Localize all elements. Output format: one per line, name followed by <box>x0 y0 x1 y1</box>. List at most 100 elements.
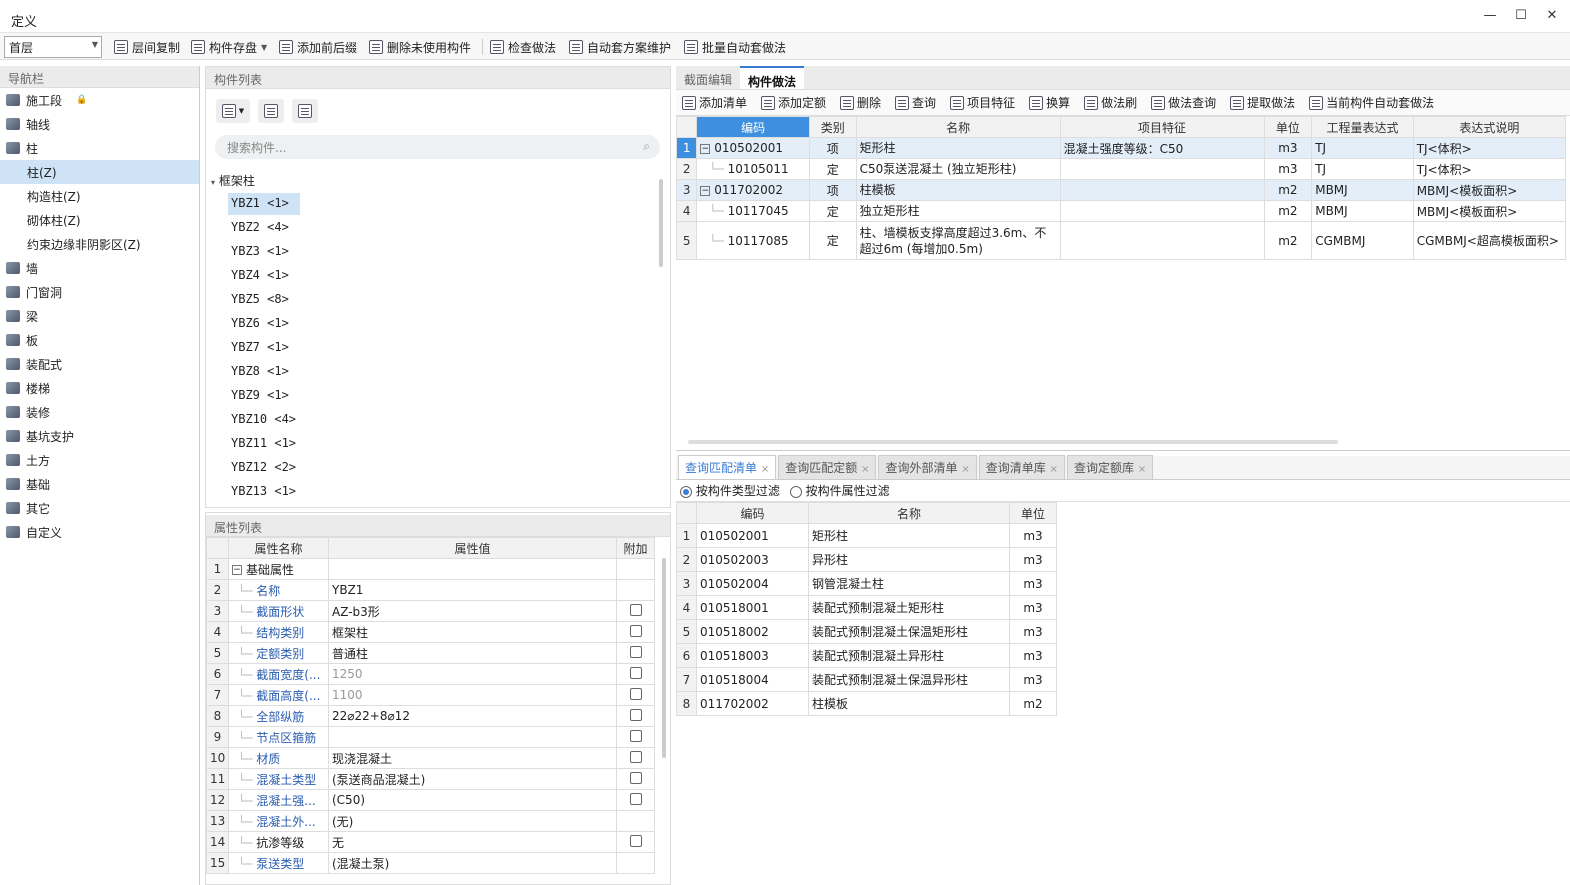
property-value[interactable]: 框架柱 <box>328 621 617 643</box>
property-value[interactable]: (C50) <box>328 789 617 811</box>
property-extra[interactable] <box>616 747 655 769</box>
duplicate-component-button[interactable] <box>258 99 284 123</box>
nav-item[interactable]: 土方 <box>0 448 199 472</box>
method-row[interactable]: 4 └─ 10117045 定 独立矩形柱 m2 MBMJ MBMJ<模板面积> <box>675 200 1567 222</box>
query-row[interactable]: 7 010518004 装配式预制混凝土保温异形柱 m3 <box>676 667 1057 692</box>
nav-item[interactable]: 基坑支护 <box>0 424 199 448</box>
nav-item[interactable]: 板 <box>0 328 199 352</box>
checkbox[interactable] <box>629 666 642 679</box>
method-row[interactable]: 3 −011702002 项 柱模板 m2 MBMJ MBMJ<模板面积> <box>675 179 1567 201</box>
method-tool-button[interactable]: 换算 <box>1029 94 1070 111</box>
name-cell[interactable]: 异形柱 <box>808 547 1010 572</box>
close-icon[interactable]: × <box>961 464 969 475</box>
property-row[interactable]: 5 └─ 定额类别 普通柱 <box>206 642 655 664</box>
checkbox[interactable] <box>629 771 642 784</box>
unit-cell[interactable]: m2 <box>1009 691 1057 716</box>
header-expression[interactable]: 工程量表达式 <box>1311 116 1414 138</box>
property-extra[interactable] <box>616 726 655 748</box>
header-unit[interactable]: 单位 <box>1263 116 1313 138</box>
checkbox[interactable] <box>629 834 642 847</box>
nav-item[interactable]: 梁 <box>0 304 199 328</box>
nav-item[interactable]: 基础 <box>0 472 199 496</box>
property-value[interactable]: (混凝土泵) <box>328 852 617 874</box>
expression-cell[interactable]: MBMJ <box>1311 200 1414 222</box>
close-icon[interactable]: × <box>761 464 769 475</box>
property-extra[interactable] <box>616 558 655 580</box>
delete-unused-button[interactable]: 删除未使用构件 <box>369 36 471 58</box>
nav-item[interactable]: 施工段 🔒 <box>0 88 199 112</box>
method-tool-button[interactable]: 添加定额 <box>761 94 826 111</box>
header-feature[interactable]: 项目特征 <box>1059 116 1265 138</box>
unit-cell[interactable]: m3 <box>1009 523 1057 548</box>
name-cell[interactable]: 装配式预制混凝土矩形柱 <box>808 595 1010 620</box>
property-row[interactable]: 14 └─ 抗渗等级 无 <box>206 831 655 853</box>
minimize-button[interactable]: — <box>1475 6 1505 26</box>
code-cell[interactable]: 010518003 <box>696 643 809 668</box>
feature-cell[interactable] <box>1059 158 1265 180</box>
group-framework-column[interactable]: ▾ 框架柱 <box>211 172 255 189</box>
property-extra[interactable] <box>616 600 655 622</box>
unit-cell[interactable]: m3 <box>1009 643 1057 668</box>
property-value[interactable]: (泵送商品混凝土) <box>328 768 617 790</box>
name-cell[interactable]: 装配式预制混凝土保温异形柱 <box>808 667 1010 692</box>
name-cell[interactable]: 独立矩形柱 <box>855 200 1061 222</box>
expression-cell[interactable]: TJ <box>1311 137 1414 159</box>
description-cell[interactable]: TJ<体积> <box>1412 137 1567 159</box>
nav-item[interactable]: 门窗洞 <box>0 280 199 304</box>
property-row[interactable]: 7 └─ 截面高度(... 1100 <box>206 684 655 706</box>
property-extra[interactable] <box>616 810 655 832</box>
query-row[interactable]: 2 010502003 异形柱 m3 <box>676 547 1057 572</box>
close-button[interactable]: ✕ <box>1537 6 1567 26</box>
nav-item[interactable]: 柱(Z) <box>0 160 199 184</box>
property-value[interactable]: 无 <box>328 831 617 853</box>
close-icon[interactable]: × <box>1138 464 1146 475</box>
name-cell[interactable]: C50泵送混凝土 (独立矩形柱) <box>855 158 1061 180</box>
checkbox[interactable] <box>629 792 642 805</box>
type-cell[interactable]: 定 <box>808 158 857 180</box>
checkbox[interactable] <box>629 645 642 658</box>
property-value[interactable]: 22⌀22+8⌀12 <box>328 705 617 727</box>
property-extra[interactable] <box>616 768 655 790</box>
expression-cell[interactable]: MBMJ <box>1311 179 1414 201</box>
expression-cell[interactable]: CGMBMJ <box>1311 221 1414 260</box>
component-item[interactable]: YBZ9 <1> <box>228 385 300 407</box>
property-value[interactable]: 普通柱 <box>328 642 617 664</box>
feature-cell[interactable]: 混凝土强度等级：C50 <box>1059 137 1265 159</box>
type-cell[interactable]: 定 <box>808 221 857 260</box>
header-unit[interactable]: 单位 <box>1009 502 1057 524</box>
header-name[interactable]: 名称 <box>855 116 1061 138</box>
code-cell[interactable]: 010502004 <box>696 571 809 596</box>
nav-item[interactable]: 墙 <box>0 256 199 280</box>
unit-cell[interactable]: m3 <box>1263 137 1313 159</box>
component-item[interactable]: YBZ6 <1> <box>228 313 300 335</box>
check-method-button[interactable]: 检查做法 <box>490 36 556 58</box>
auto-scheme-button[interactable]: 自动套方案维护 <box>569 36 671 58</box>
property-row[interactable]: 15 └─ 泵送类型 (混凝土泵) <box>206 852 655 874</box>
property-value[interactable]: (无) <box>328 810 617 832</box>
description-cell[interactable]: MBMJ<模板面积> <box>1412 200 1567 222</box>
collapse-icon[interactable]: − <box>700 185 711 196</box>
close-icon[interactable]: × <box>1050 464 1058 475</box>
expression-cell[interactable]: TJ <box>1311 158 1414 180</box>
unit-cell[interactable]: m3 <box>1009 571 1057 596</box>
query-tab[interactable]: 查询匹配清单 × <box>678 455 777 479</box>
code-cell[interactable]: └─ 10117085 <box>696 221 810 260</box>
header-type[interactable]: 类别 <box>808 116 857 138</box>
new-component-button[interactable]: ▼ <box>216 99 250 123</box>
query-row[interactable]: 8 011702002 柱模板 m2 <box>676 691 1057 716</box>
floor-select[interactable]: 首层 ▼ <box>4 36 102 58</box>
property-row[interactable]: 8 └─ 全部纵筋 22⌀22+8⌀12 <box>206 705 655 727</box>
component-item[interactable]: YBZ11 <1> <box>228 433 300 455</box>
code-cell[interactable]: 010518004 <box>696 667 809 692</box>
property-extra[interactable] <box>616 831 655 853</box>
tab-component-method[interactable]: 构件做法 <box>740 66 805 89</box>
scrollbar[interactable] <box>662 558 666 758</box>
property-extra[interactable] <box>616 579 655 601</box>
property-extra[interactable] <box>616 789 655 811</box>
unit-cell[interactable]: m2 <box>1263 200 1313 222</box>
property-row[interactable]: 2 └─ 名称 YBZ1 <box>206 579 655 601</box>
property-value[interactable]: 1100 <box>328 684 617 706</box>
nav-item[interactable]: 柱 <box>0 136 199 160</box>
checkbox[interactable] <box>629 624 642 637</box>
property-value[interactable]: AZ-b3形 <box>328 600 617 622</box>
